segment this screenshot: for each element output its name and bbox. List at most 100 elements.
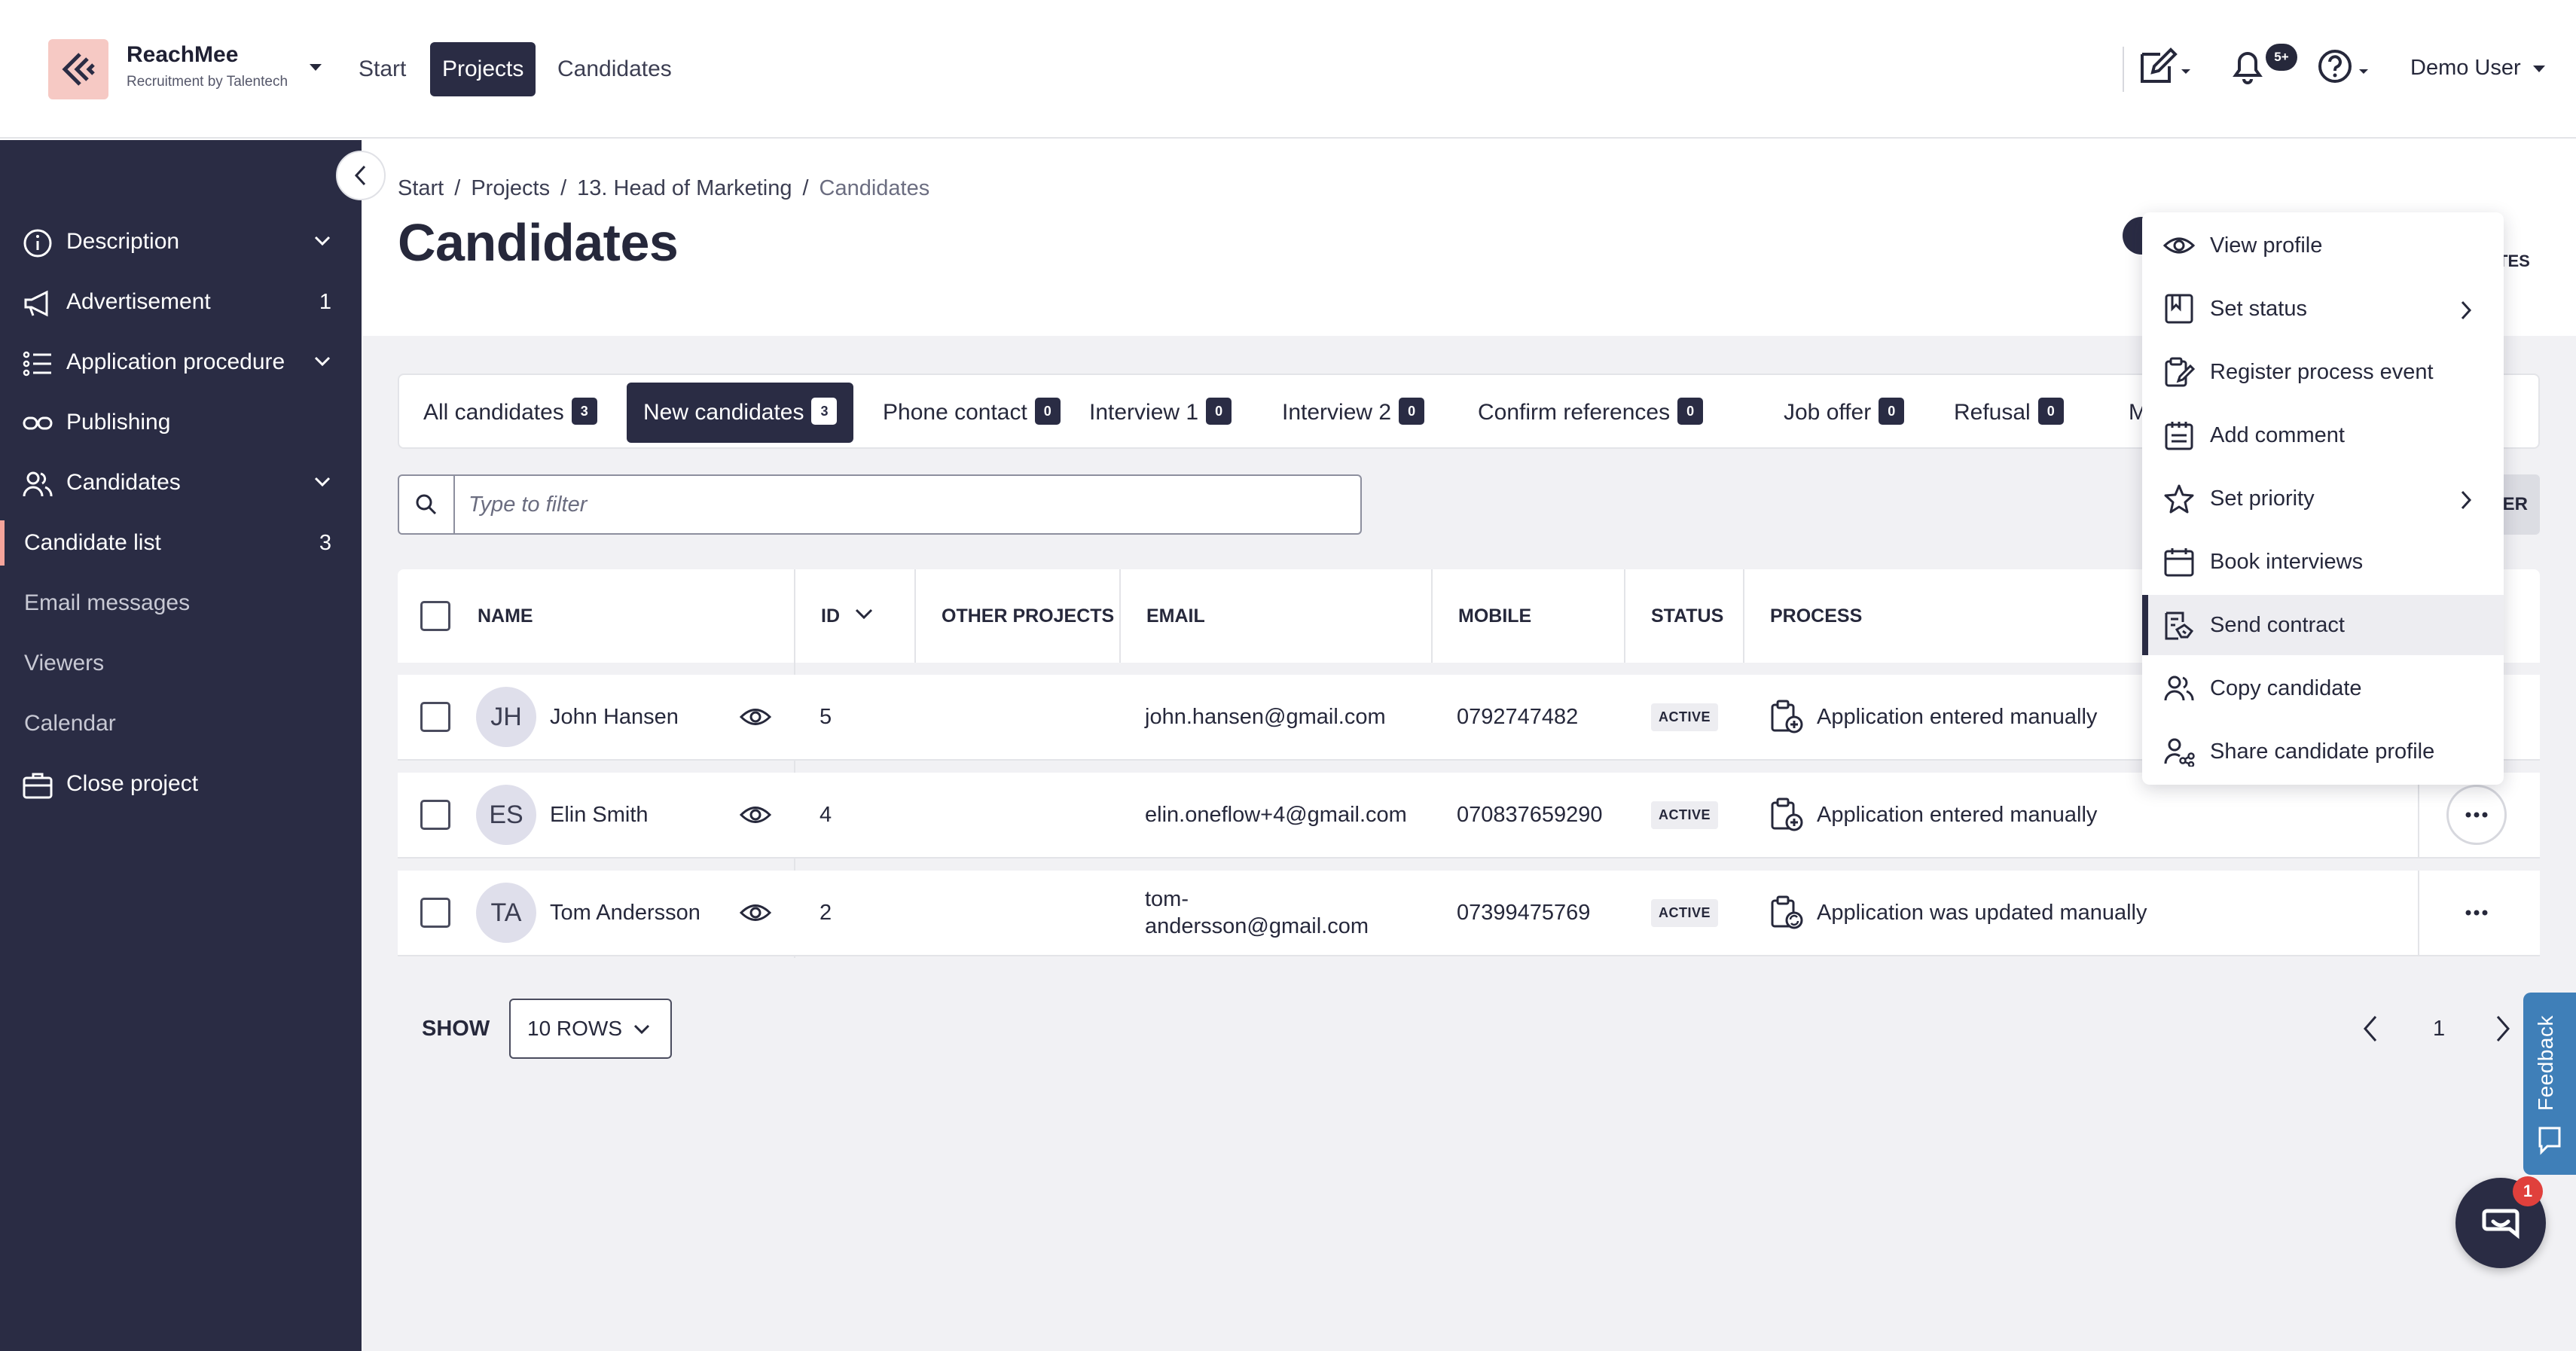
menu-item-label: Book interviews [2210,549,2364,574]
sidebar-label: Close project [66,771,199,796]
sidebar-item-email-messages[interactable]: Email messages [0,573,362,633]
sidebar-label: Calendar [24,711,116,736]
candidate-name[interactable]: John Hansen [550,675,679,759]
filter-box [398,474,1362,535]
sidebar-item-advertisement[interactable]: Advertisement 1 [0,272,362,332]
view-candidate-button[interactable] [740,871,771,955]
breadcrumb-project[interactable]: 13. Head of Marketing [577,176,792,201]
row-checkbox[interactable] [420,898,450,928]
nav-candidates[interactable]: Candidates [545,42,684,96]
help-menu-button[interactable] [2317,44,2377,89]
table-row[interactable]: ES Elin Smith 4 elin.oneflow+4@gmail.com… [398,773,2540,858]
feedback-icon [2538,1127,2561,1155]
logo-icon [62,53,95,86]
feedback-button[interactable]: Feedback [2523,993,2576,1175]
menu-item-book-interviews[interactable]: Book interviews [2142,532,2504,592]
notifications-button[interactable] [2230,44,2267,89]
chevron-right-icon [2461,300,2472,320]
tab-interview-1[interactable]: Interview 1 0 [1073,383,1248,443]
sidebar: Description Advertisement 1 Application … [0,140,362,1351]
column-header-id[interactable]: ID [821,569,873,663]
sidebar-item-description[interactable]: Description [0,212,362,272]
column-header-email[interactable]: EMAIL [1146,569,1205,663]
sidebar-label: Email messages [24,590,191,615]
menu-item-copy-candidate[interactable]: Copy candidate [2142,658,2504,718]
brand-caret-icon[interactable] [309,63,322,72]
collapse-sidebar-button[interactable] [336,151,386,200]
contract-icon [2165,611,2194,640]
filter-input[interactable] [467,486,1341,523]
sidebar-item-close-project[interactable]: Close project [0,754,362,814]
view-candidate-button[interactable] [740,773,771,857]
row-checkbox[interactable] [420,800,450,830]
sidebar-item-publishing[interactable]: Publishing [0,392,362,453]
tab-job-offer[interactable]: Job offer 0 [1767,383,1921,443]
row-checkbox[interactable] [420,702,450,732]
sidebar-item-viewers[interactable]: Viewers [0,633,362,694]
sidebar-item-calendar[interactable]: Calendar [0,694,362,754]
bookmark-icon [2165,294,2193,324]
process-text: Application was updated manually [1817,900,2147,925]
rows-per-page-select[interactable]: 10 ROWS [509,999,672,1059]
chevron-down-icon [314,356,331,367]
clipboard-add-icon [1771,797,1803,831]
clipboard-edit-icon [2165,357,2195,387]
menu-item-add-comment[interactable]: Add comment [2142,405,2504,465]
tab-interview-2[interactable]: Interview 2 0 [1265,383,1441,443]
menu-item-send-contract[interactable]: Send contract [2142,595,2504,655]
select-all-checkbox[interactable] [420,601,450,631]
view-candidate-button[interactable] [740,675,771,759]
current-page[interactable]: 1 [2433,1017,2445,1041]
menu-item-label: View profile [2210,233,2323,258]
tab-all-candidates[interactable]: All candidates 3 [407,383,614,443]
candidate-name[interactable]: Tom Andersson [550,871,700,955]
menu-item-share-candidate-profile[interactable]: Share candidate profile [2142,721,2504,782]
row-actions-button[interactable] [2446,785,2507,845]
candidate-mobile: 0792747482 [1457,704,1579,729]
column-header-name[interactable]: NAME [478,569,533,663]
checkbox[interactable] [420,601,450,631]
tab-count: 0 [1677,398,1704,425]
menu-item-register-process-event[interactable]: Register process event [2142,342,2504,402]
candidate-email: elin.oneflow+4@gmail.com [1145,802,1407,827]
user-menu[interactable]: Demo User [2410,56,2521,81]
column-divider [1624,569,1625,663]
tab-confirm-references[interactable]: Confirm references 0 [1461,383,1720,443]
menu-item-set-priority[interactable]: Set priority [2142,468,2504,529]
eye-icon [740,807,771,823]
menu-item-view-profile[interactable]: View profile [2142,215,2504,276]
column-header-other-projects[interactable]: OTHER PROJECTS [942,569,1114,663]
tab-label: Interview 1 [1089,400,1199,425]
filter-search-button[interactable] [399,476,455,533]
sidebar-item-candidates[interactable]: Candidates [0,453,362,513]
tab-refusal[interactable]: Refusal 0 [1937,383,2080,443]
sidebar-item-candidate-list[interactable]: Candidate list 3 [0,513,362,573]
menu-item-set-status[interactable]: Set status [2142,279,2504,339]
star-icon [2164,484,2194,514]
user-caret-icon[interactable] [2532,65,2546,74]
breadcrumb-start[interactable]: Start [398,176,444,201]
column-header-status[interactable]: STATUS [1651,569,1723,663]
row-actions-button[interactable] [2446,883,2507,943]
menu-item-label: Set status [2210,296,2307,321]
next-page-icon[interactable] [2493,1014,2513,1044]
users-icon [2164,676,2194,701]
menu-item-label: Set priority [2210,486,2315,511]
column-divider [1119,569,1121,663]
column-header-process[interactable]: PROCESS [1770,569,1862,663]
previous-page-icon[interactable] [2361,1014,2380,1044]
nav-projects[interactable]: Projects [430,42,536,96]
sidebar-item-application-procedure[interactable]: Application procedure [0,332,362,392]
reachmee-logo[interactable] [48,39,108,99]
nav-start[interactable]: Start [346,42,418,96]
candidate-name[interactable]: Elin Smith [550,773,649,857]
tab-phone-contact[interactable]: Phone contact 0 [866,383,1077,443]
action-divider [2418,773,2419,857]
header-divider [2123,47,2124,92]
create-menu-button[interactable] [2138,44,2198,89]
column-header-mobile[interactable]: MOBILE [1458,569,1531,663]
table-row[interactable]: TA Tom Andersson 2 tom- andersson@gmail.… [398,871,2540,956]
tab-new-candidates[interactable]: New candidates 3 [627,383,854,443]
more-horizontal-icon [2465,812,2488,818]
breadcrumb-projects[interactable]: Projects [471,176,550,201]
